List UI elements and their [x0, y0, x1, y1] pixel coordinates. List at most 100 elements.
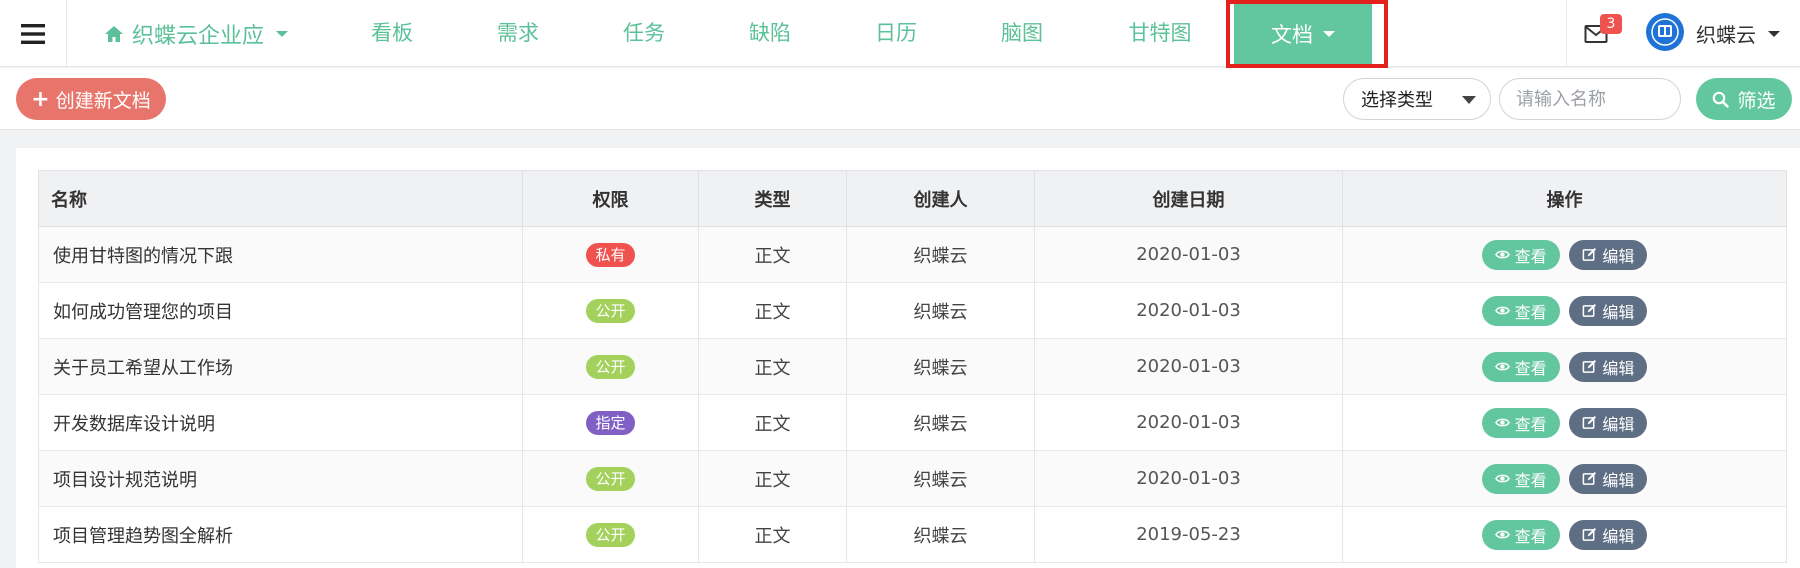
view-button[interactable]: 查看: [1481, 463, 1560, 494]
doc-creator: 织蝶云: [846, 450, 1035, 507]
view-label: 查看: [1514, 526, 1547, 546]
table-row: 项目设计规范说明 公开 正文 织蝶云 2020-01-03 查看 编辑: [38, 450, 1787, 507]
nav-documents-label: 文档: [1271, 23, 1313, 47]
view-button[interactable]: 查看: [1481, 239, 1560, 270]
type-select[interactable]: 选择类型: [1343, 78, 1491, 120]
nav-item-kanban[interactable]: 看板: [358, 0, 426, 67]
doc-created-date: 2020-01-03: [1034, 282, 1343, 339]
name-search-input[interactable]: [1499, 78, 1681, 120]
table-row: 项目管理趋势图全解析 公开 正文 织蝶云 2019-05-23 查看 编辑: [38, 506, 1787, 563]
documents-table: 名称 权限 类型 创建人 创建日期 操作 使用甘特图的情况下跟 私有 正文 织蝶…: [38, 170, 1787, 563]
doc-permission: 指定: [522, 394, 699, 451]
nav-item-mindmap[interactable]: 脑图: [988, 0, 1056, 67]
edit-label: 编辑: [1602, 526, 1635, 546]
username: 织蝶云: [1696, 23, 1756, 47]
doc-actions: 查看 编辑: [1342, 506, 1787, 563]
documents-panel: 名称 权限 类型 创建人 创建日期 操作 使用甘特图的情况下跟 私有 正文 织蝶…: [16, 148, 1800, 568]
permission-badge: 公开: [586, 466, 635, 491]
edit-icon: [1583, 471, 1597, 485]
brand-dropdown[interactable]: 织蝶云企业应: [104, 0, 289, 67]
view-label: 查看: [1514, 358, 1547, 378]
nav-item-documents[interactable]: 文档: [1234, 4, 1372, 64]
doc-permission: 公开: [522, 506, 699, 563]
logo-icon: [1651, 18, 1679, 46]
header-permission[interactable]: 权限: [522, 170, 699, 227]
message-count-badge: 3: [1600, 14, 1622, 34]
edit-icon: [1583, 303, 1597, 317]
chevron-down-icon: [1768, 30, 1780, 37]
filter-button[interactable]: 筛选: [1696, 78, 1792, 120]
edit-label: 编辑: [1602, 414, 1635, 434]
doc-name[interactable]: 使用甘特图的情况下跟: [38, 226, 523, 283]
plus-icon: +: [31, 86, 50, 112]
doc-name[interactable]: 项目设计规范说明: [38, 450, 523, 507]
avatar[interactable]: [1646, 13, 1684, 51]
doc-type: 正文: [698, 450, 847, 507]
permission-badge: 公开: [586, 298, 635, 323]
user-menu[interactable]: 织蝶云: [1696, 0, 1780, 67]
edit-button[interactable]: 编辑: [1569, 351, 1648, 382]
edit-button[interactable]: 编辑: [1569, 463, 1648, 494]
doc-actions: 查看 编辑: [1342, 394, 1787, 451]
edit-label: 编辑: [1602, 302, 1635, 322]
table-row: 关于员工希望从工作场 公开 正文 织蝶云 2020-01-03 查看 编辑: [38, 338, 1787, 395]
nav-item-gantt[interactable]: 甘特图: [1120, 0, 1200, 67]
doc-creator: 织蝶云: [846, 282, 1035, 339]
permission-badge: 公开: [586, 522, 635, 547]
eye-icon: [1494, 530, 1510, 539]
nav-item-defects[interactable]: 缺陷: [736, 0, 804, 67]
header-created-date[interactable]: 创建日期: [1034, 170, 1343, 227]
doc-name[interactable]: 关于员工希望从工作场: [38, 338, 523, 395]
doc-created-date: 2019-05-23: [1034, 506, 1343, 563]
doc-name[interactable]: 开发数据库设计说明: [38, 394, 523, 451]
table-row: 使用甘特图的情况下跟 私有 正文 织蝶云 2020-01-03 查看 编辑: [38, 226, 1787, 283]
create-document-label: 创建新文档: [55, 89, 151, 112]
doc-created-date: 2020-01-03: [1034, 338, 1343, 395]
header-type[interactable]: 类型: [698, 170, 847, 227]
doc-permission: 私有: [522, 226, 699, 283]
type-select-value: 选择类型: [1361, 90, 1433, 111]
view-button[interactable]: 查看: [1481, 407, 1560, 438]
header-name[interactable]: 名称: [38, 170, 523, 227]
doc-creator: 织蝶云: [846, 506, 1035, 563]
toolbar: + 创建新文档 选择类型 筛选: [0, 68, 1800, 130]
permission-badge: 私有: [586, 242, 635, 267]
create-document-button[interactable]: + 创建新文档: [16, 78, 166, 120]
chevron-down-icon: [1323, 31, 1335, 37]
eye-icon: [1494, 474, 1510, 483]
doc-actions: 查看 编辑: [1342, 282, 1787, 339]
doc-actions: 查看 编辑: [1342, 226, 1787, 283]
doc-type: 正文: [698, 338, 847, 395]
doc-created-date: 2020-01-03: [1034, 394, 1343, 451]
table-row: 如何成功管理您的项目 公开 正文 织蝶云 2020-01-03 查看 编辑: [38, 282, 1787, 339]
brand-label: 织蝶云企业应: [132, 23, 265, 49]
eye-icon: [1494, 362, 1510, 371]
doc-type: 正文: [698, 394, 847, 451]
caret-down-icon: [1462, 96, 1476, 104]
doc-type: 正文: [698, 282, 847, 339]
doc-actions: 查看 编辑: [1342, 450, 1787, 507]
nav-item-requirements[interactable]: 需求: [484, 0, 552, 67]
edit-button[interactable]: 编辑: [1569, 295, 1648, 326]
messages-button[interactable]: 3: [1582, 14, 1622, 48]
doc-name[interactable]: 项目管理趋势图全解析: [38, 506, 523, 563]
edit-icon: [1583, 247, 1597, 261]
doc-created-date: 2020-01-03: [1034, 226, 1343, 283]
hamburger-menu-button[interactable]: [0, 0, 67, 67]
nav-item-tasks[interactable]: 任务: [610, 0, 678, 67]
edit-icon: [1583, 415, 1597, 429]
view-button[interactable]: 查看: [1481, 519, 1560, 550]
header-actions: 操作: [1342, 170, 1787, 227]
edit-button[interactable]: 编辑: [1569, 519, 1648, 550]
doc-creator: 织蝶云: [846, 394, 1035, 451]
edit-button[interactable]: 编辑: [1569, 239, 1648, 270]
view-button[interactable]: 查看: [1481, 351, 1560, 382]
view-button[interactable]: 查看: [1481, 295, 1560, 326]
header-creator[interactable]: 创建人: [846, 170, 1035, 227]
view-label: 查看: [1514, 470, 1547, 490]
edit-button[interactable]: 编辑: [1569, 407, 1648, 438]
view-label: 查看: [1514, 246, 1547, 266]
doc-name[interactable]: 如何成功管理您的项目: [38, 282, 523, 339]
nav-item-calendar[interactable]: 日历: [862, 0, 930, 67]
doc-creator: 织蝶云: [846, 226, 1035, 283]
